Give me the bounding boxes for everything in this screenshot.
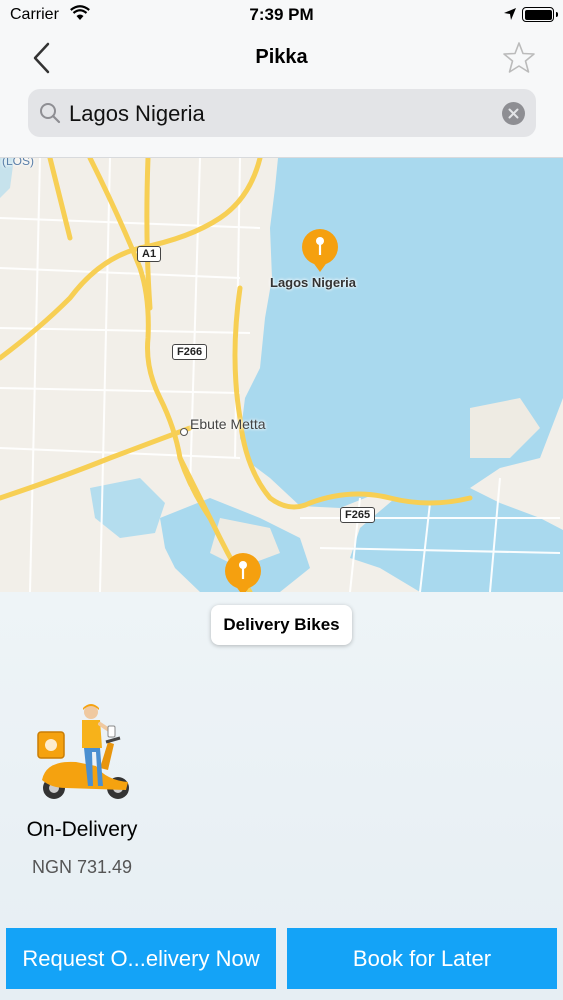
book-for-later-button[interactable]: Book for Later [287, 928, 557, 989]
vehicle-option-card[interactable]: On-Delivery NGN 731.49 [14, 700, 150, 890]
map-pin-origin[interactable] [224, 552, 262, 592]
district-label: Ebute Metta [190, 416, 266, 432]
map-pin-label: Lagos Nigeria [270, 275, 356, 290]
search-input[interactable]: Lagos Nigeria [69, 101, 205, 127]
district-dot [180, 428, 188, 436]
category-chip-delivery-bikes[interactable]: Delivery Bikes [211, 605, 352, 645]
page-title: Pikka [255, 46, 308, 68]
clock: 7:39 PM [249, 5, 314, 24]
road-shield-f266: F266 [172, 344, 208, 360]
airport-label: (LOS) [2, 158, 35, 168]
vehicle-name: On-Delivery [26, 818, 138, 841]
vehicle-price: NGN 731.49 [31, 857, 133, 877]
search-icon [40, 103, 61, 124]
navigation-bar: Pikka Lagos Nigeria [0, 30, 563, 158]
delivery-scooter-icon [37, 704, 129, 799]
road-shield-f265: F265 [340, 507, 376, 523]
favorite-star-button[interactable] [502, 41, 536, 75]
request-delivery-now-button[interactable]: Request O...elivery Now [6, 928, 276, 989]
road-shield-a1: A1 [137, 246, 162, 262]
search-bar[interactable]: Lagos Nigeria [28, 89, 536, 137]
location-arrow-icon [504, 8, 516, 20]
map-view[interactable]: (LOS) A1 F266 F265 Lagos Nigeria Ebute M… [0, 158, 563, 592]
clear-search-button[interactable] [502, 102, 525, 125]
battery-icon [522, 7, 558, 22]
status-bar: Carrier 7:39 PM [0, 0, 563, 30]
map-canvas [0, 158, 563, 592]
map-pin-destination[interactable] [301, 228, 339, 272]
